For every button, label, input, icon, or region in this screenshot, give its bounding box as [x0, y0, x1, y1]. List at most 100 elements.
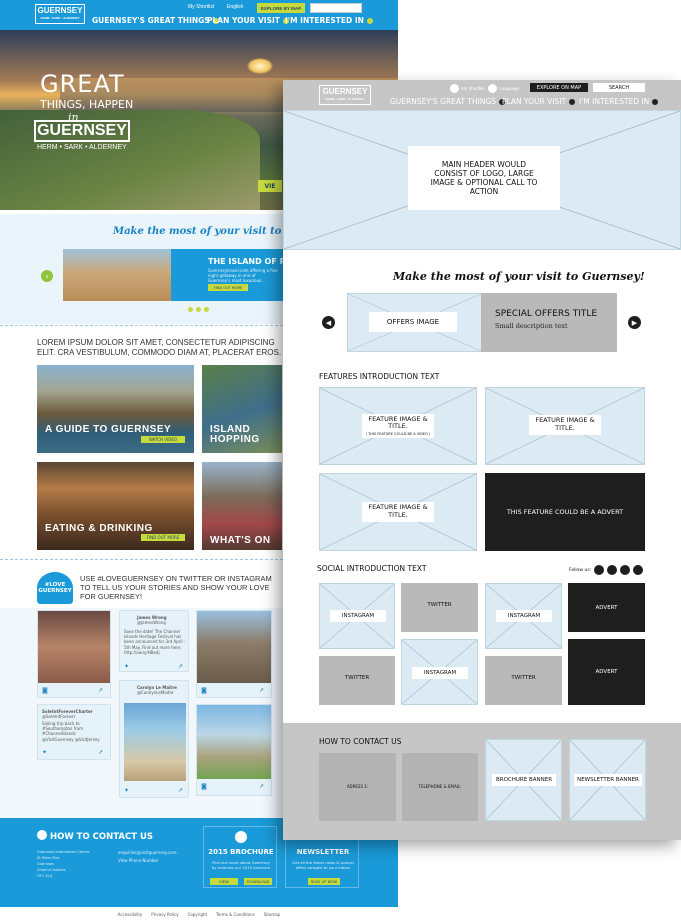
wf-nav-interested[interactable]: I'M INTERESTED IN — [579, 97, 659, 106]
chevron-down-icon — [366, 18, 373, 24]
hero-cta-button[interactable]: VIE — [258, 180, 282, 192]
tile-guide[interactable]: A GUIDE TO GUERNSEY WATCH VIDEO — [37, 365, 194, 453]
wf-social-advert[interactable]: ADVERT — [568, 639, 645, 705]
explore-map-button[interactable]: EXPLORE BY MAP — [257, 3, 305, 13]
wf-social-twitter[interactable]: TWITTER — [319, 656, 395, 705]
twitter-icon: ✦ — [124, 663, 130, 670]
share-icon[interactable]: ↗ — [98, 687, 103, 694]
wf-script-heading: Make the most of your visit to Guernsey! — [393, 270, 645, 283]
newsletter-signup-button[interactable]: SIGN UP NOW — [308, 878, 340, 885]
tile-whats-on[interactable]: WHAT'S ON — [202, 462, 282, 550]
wf-nav-great-things[interactable]: GUERNSEY'S GREAT THINGS — [390, 97, 506, 106]
wf-advert-feature[interactable]: THIS FEATURE COULD BE A ADVERT — [485, 473, 645, 551]
contact-heading: HOW TO CONTACT US — [50, 832, 153, 842]
offer-find-out-button[interactable]: FIND OUT MORE — [208, 284, 248, 291]
carousel-dots[interactable] — [188, 307, 209, 312]
search-input[interactable] — [310, 3, 362, 13]
chevron-down-icon — [569, 99, 576, 105]
share-icon[interactable]: ↗ — [259, 783, 264, 790]
wf-social-instagram[interactable]: INSTAGRAM — [485, 583, 562, 649]
social-icon[interactable] — [633, 565, 644, 575]
instagram-icon: ◙ — [42, 687, 48, 694]
instagram-card[interactable]: ◙ ↗ — [196, 704, 272, 796]
wf-brochure-banner[interactable]: BROCHURE BANNER — [485, 739, 562, 821]
nav-great-things[interactable]: GUERNSEY'S GREAT THINGS — [92, 16, 219, 25]
wf-search-input[interactable]: SEARCH — [593, 83, 645, 92]
offer-text: Guernseytravel.com offering a five night… — [208, 268, 278, 284]
twitter-icon: ✦ — [124, 787, 130, 794]
wf-feature-3-label: FEATURE IMAGE & TITLE. — [362, 502, 434, 522]
wf-telephone-block: TELEPHONE & EMAIL: — [402, 753, 478, 821]
tweet-card[interactable]: Carolyn Le Maitre @CarolynLeMaitre ✦ ↗ — [119, 680, 189, 798]
instagram-icon: ◙ — [201, 783, 207, 790]
nav-plan-visit[interactable]: PLAN YOUR VISIT — [207, 16, 289, 25]
offer-slide[interactable]: THE ISLAND OF RO Guernseytravel.com offe… — [63, 249, 293, 301]
wf-social-advert[interactable]: ADVERT — [568, 583, 645, 632]
wf-offer-desc: Small description text — [495, 322, 568, 330]
wf-next-button[interactable]: ▶ — [628, 316, 641, 329]
brochure-download-button[interactable]: DOWNLOAD — [244, 878, 272, 885]
book-icon — [235, 831, 247, 843]
phone-link[interactable]: View Phone Number — [118, 857, 177, 865]
wf-social-twitter[interactable]: TWITTER — [401, 583, 478, 632]
contact-address: Guernsey Information Centre St Peter Por… — [37, 850, 90, 879]
wf-social-instagram[interactable]: INSTAGRAM — [401, 639, 478, 705]
share-icon[interactable]: ↗ — [178, 787, 183, 794]
brochure-box: 2015 BROCHURE Find out more about Guerns… — [203, 826, 277, 888]
social-icon[interactable] — [594, 565, 605, 575]
social-icon[interactable] — [620, 565, 631, 575]
wireframe-header: GUERNSEY HERM • SARK • ALDERNEY My Short… — [283, 80, 681, 110]
find-out-more-button[interactable]: FIND OUT MORE — [141, 534, 185, 541]
share-icon[interactable]: ↗ — [178, 663, 183, 670]
wf-feature-1-label: FEATURE IMAGE & TITLE.( THIS FEATURE COU… — [362, 414, 434, 438]
language-select[interactable]: English — [227, 4, 243, 10]
share-icon[interactable]: ↗ — [98, 749, 103, 756]
offer-title: THE ISLAND OF RO — [208, 257, 293, 266]
wf-explore-map-button[interactable]: EXPLORE ON MAP — [530, 83, 588, 92]
watch-video-button[interactable]: WATCH VIDEO — [141, 436, 185, 443]
wf-prev-button[interactable]: ◀ — [322, 316, 335, 329]
wf-offer-panel[interactable]: SPECIAL OFFERS TITLE Small description t… — [481, 293, 617, 352]
design-logo[interactable]: GUERNSEY HERM • SARK • ALDERNEY — [35, 4, 85, 24]
instagram-icon: ◙ — [201, 687, 207, 694]
tweet-card[interactable]: SoletntForeverCharter @SoletntForever Sa… — [37, 704, 111, 760]
wf-language[interactable]: Language — [488, 84, 519, 93]
wf-follow-us: Follow us: — [569, 565, 644, 575]
hero-title-things: THINGS, HAPPEN — [40, 98, 134, 111]
contact-icon — [37, 830, 47, 840]
contact-links: enquiries@visitguernsey.com View Phone N… — [118, 849, 177, 865]
wf-offers-image-label: OFFERS IMAGE — [369, 312, 457, 332]
email-link[interactable]: enquiries@visitguernsey.com — [118, 849, 177, 857]
hero-subtitle: HERM • SARK • ALDERNEY — [37, 144, 127, 151]
tweet-card[interactable]: James Wrong @JamesWrong Save the date! T… — [119, 610, 189, 672]
composite-screenshot: { "design": { "logo": {"name": "GUERNSEY… — [0, 0, 681, 922]
tile-eating[interactable]: EATING & DRINKING FIND OUT MORE — [37, 462, 194, 550]
hero-logo: GUERNSEY — [34, 120, 130, 142]
social-intro: USE #LOVEGUERNSEY ON TWITTER OR INSTAGRA… — [80, 574, 272, 601]
social-icon[interactable] — [607, 565, 618, 575]
wf-social-twitter[interactable]: TWITTER — [485, 656, 562, 705]
tile-island-hopping[interactable]: ISLAND HOPPING — [202, 365, 282, 453]
nav-interested[interactable]: I'M INTERESTED IN — [285, 16, 373, 25]
carousel-prev-button[interactable]: ‹ — [41, 270, 53, 282]
shortlist-link[interactable]: My Shortlist — [188, 4, 214, 10]
wf-social-heading: SOCIAL INTRODUCTION TEXT — [317, 564, 427, 573]
wf-social-instagram[interactable]: INSTAGRAM — [319, 583, 395, 649]
chevron-down-icon — [652, 99, 659, 105]
sunset — [247, 58, 273, 74]
share-icon[interactable]: ↗ — [259, 687, 264, 694]
wf-shortlist[interactable]: My Shortlist — [450, 84, 485, 93]
wf-nav-plan-visit[interactable]: PLAN YOUR VISIT — [502, 97, 576, 106]
offer-photo — [63, 249, 171, 301]
wf-header-note: MAIN HEADER WOULD CONSIST OF LOGO, LARGE… — [408, 146, 560, 210]
brochure-view-button[interactable]: VIEW — [210, 878, 238, 885]
footer-links: Accessibility Privacy Policy Copyright T… — [0, 907, 398, 922]
hero-title-great: GREAT — [40, 70, 125, 98]
wf-newsletter-banner[interactable]: NEWSLETTER BANNER — [569, 739, 646, 821]
wf-feature-2-label: FEATURE IMAGE & TITLE. — [529, 415, 601, 435]
wireframe-logo[interactable]: GUERNSEY HERM • SARK • ALDERNEY — [319, 85, 371, 105]
instagram-card[interactable]: ◙ ↗ — [37, 610, 111, 698]
design-header-bar: GUERNSEY HERM • SARK • ALDERNEY My Short… — [0, 0, 398, 30]
wf-contact-heading: HOW TO CONTACT US — [319, 737, 402, 746]
instagram-card[interactable]: ◙ ↗ — [196, 610, 272, 698]
